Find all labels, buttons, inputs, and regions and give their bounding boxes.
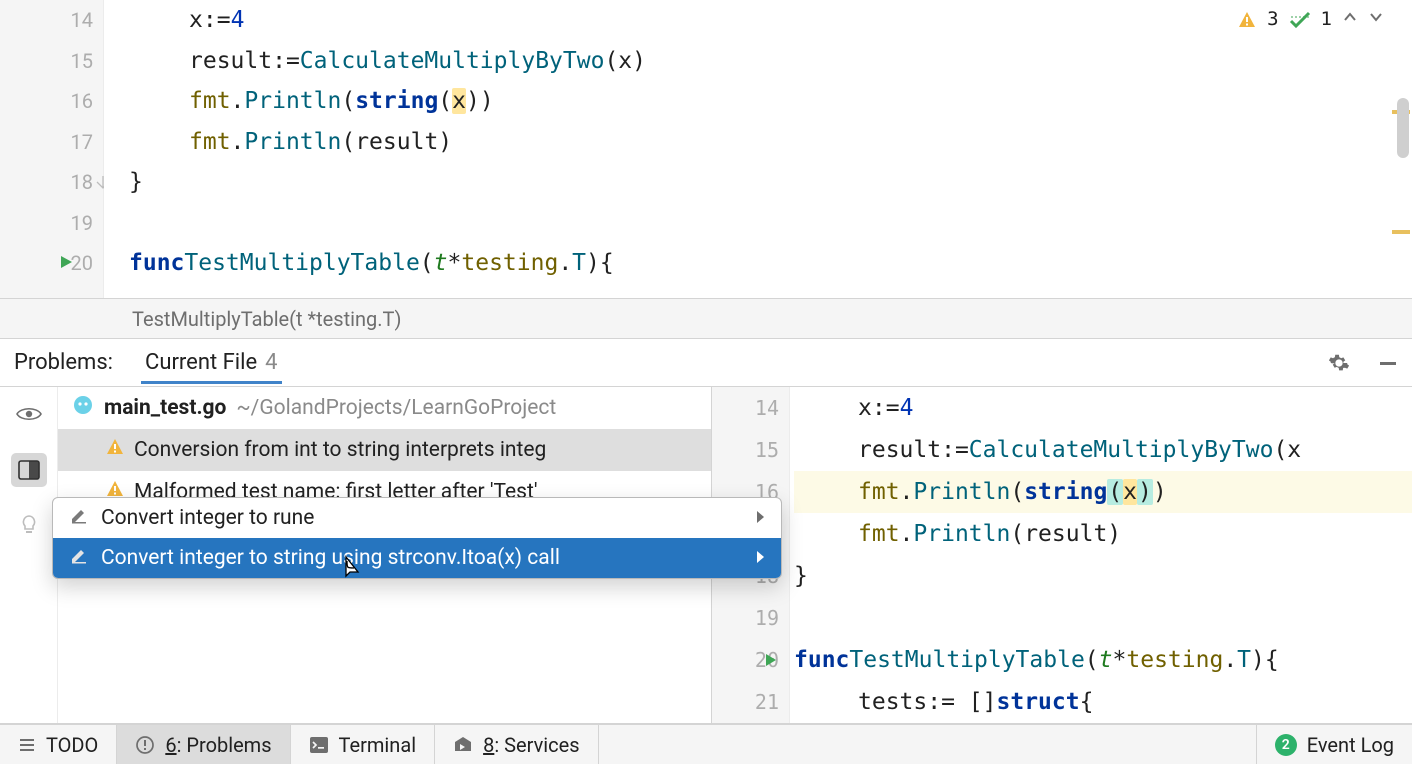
todo-tool-button[interactable]: TODO	[0, 725, 117, 764]
line-number: 17	[0, 122, 103, 163]
quick-fix-popup[interactable]: Convert integer to rune Convert integer …	[52, 497, 782, 579]
quick-fix-label: Convert integer to string using strconv.…	[101, 546, 560, 570]
services-icon	[453, 735, 473, 755]
run-test-icon[interactable]	[58, 251, 74, 275]
problems-file-header[interactable]: main_test.go ~/GolandProjects/LearnGoPro…	[58, 387, 711, 429]
line-number: 19	[0, 203, 103, 244]
problems-tool-header: Problems: Current File 4	[0, 339, 1412, 387]
view-options-icon[interactable]	[11, 397, 47, 431]
code-area[interactable]: x := 4 result := CalculateMultiplyByTwo(…	[104, 0, 1412, 284]
terminal-icon	[309, 736, 329, 754]
line-number: 15	[0, 41, 103, 82]
problems-preview-editor[interactable]: 14 15 16 17 18 19 20 21 x := 4 result :=…	[712, 387, 1412, 723]
editor-body[interactable]: 3 1 x := 4 result := CalculateMultiplyBy…	[104, 0, 1412, 298]
scrollbar-thumb[interactable]	[1397, 98, 1409, 158]
quick-fix-item[interactable]: Convert integer to rune	[53, 498, 781, 538]
edit-icon	[69, 545, 89, 571]
mouse-cursor-icon	[338, 554, 364, 588]
notification-badge: 2	[1275, 734, 1297, 756]
editor-scrollbar[interactable]	[1396, 0, 1410, 298]
line-number: 16	[0, 81, 103, 122]
next-highlight-icon[interactable]	[1368, 8, 1384, 30]
edit-icon	[69, 505, 89, 531]
problems-file-path: ~/GolandProjects/LearnGoProject	[236, 396, 556, 420]
line-number: 14	[0, 0, 103, 41]
breadcrumb[interactable]: TestMultiplyTable(t *testing.T)	[0, 299, 1412, 339]
problems-tab-current-file[interactable]: Current File 4	[141, 341, 282, 384]
problems-icon	[135, 735, 155, 755]
line-number: 20	[0, 243, 103, 284]
quick-fix-label: Convert integer to rune	[101, 506, 314, 530]
terminal-tool-button[interactable]: Terminal	[291, 725, 436, 764]
quick-fix-item[interactable]: Convert integer to string using strconv.…	[53, 538, 781, 578]
hide-tool-window-icon[interactable]	[1378, 353, 1398, 373]
event-log-button[interactable]: 2 Event Log	[1256, 725, 1412, 764]
main-editor[interactable]: 14 15 16 17 18 19 20	[0, 0, 1412, 299]
submenu-arrow-icon	[755, 506, 765, 530]
services-tool-button[interactable]: 8: Services	[435, 725, 598, 764]
problem-item[interactable]: Conversion from int to string interprets…	[58, 429, 711, 471]
run-test-icon[interactable]	[764, 648, 778, 672]
problems-toolbar	[0, 387, 58, 723]
tab-count: 4	[265, 350, 277, 375]
problems-title: Problems:	[14, 350, 113, 375]
warning-count: 3	[1267, 8, 1278, 30]
inspection-widget[interactable]: 3 1	[1237, 8, 1384, 30]
problems-file-name: main_test.go	[104, 396, 226, 420]
weak-warning-count: 1	[1321, 8, 1332, 30]
go-file-icon	[72, 394, 94, 422]
line-number: 18	[0, 162, 103, 203]
problems-tool-button[interactable]: 6: Problems	[117, 725, 290, 764]
breadcrumb-item[interactable]: TestMultiplyTable(t *testing.T)	[132, 307, 401, 331]
editor-gutter: 14 15 16 17 18 19 20	[0, 0, 104, 298]
gear-icon[interactable]	[1328, 352, 1350, 374]
preview-toggle-icon[interactable]	[11, 453, 47, 487]
prev-highlight-icon[interactable]	[1342, 8, 1358, 30]
warning-icon[interactable]	[1237, 8, 1257, 30]
warning-icon	[106, 438, 124, 462]
list-icon	[18, 736, 36, 754]
problem-text: Conversion from int to string interprets…	[134, 438, 546, 462]
tab-label: Current File	[145, 350, 257, 375]
intention-bulb-icon[interactable]	[11, 509, 47, 543]
warning-stripe[interactable]	[1392, 230, 1410, 234]
statusbar: TODO 6: Problems Terminal 8: Services 2 …	[0, 724, 1412, 764]
submenu-arrow-icon	[755, 546, 765, 570]
weak-warning-icon[interactable]	[1289, 8, 1311, 30]
